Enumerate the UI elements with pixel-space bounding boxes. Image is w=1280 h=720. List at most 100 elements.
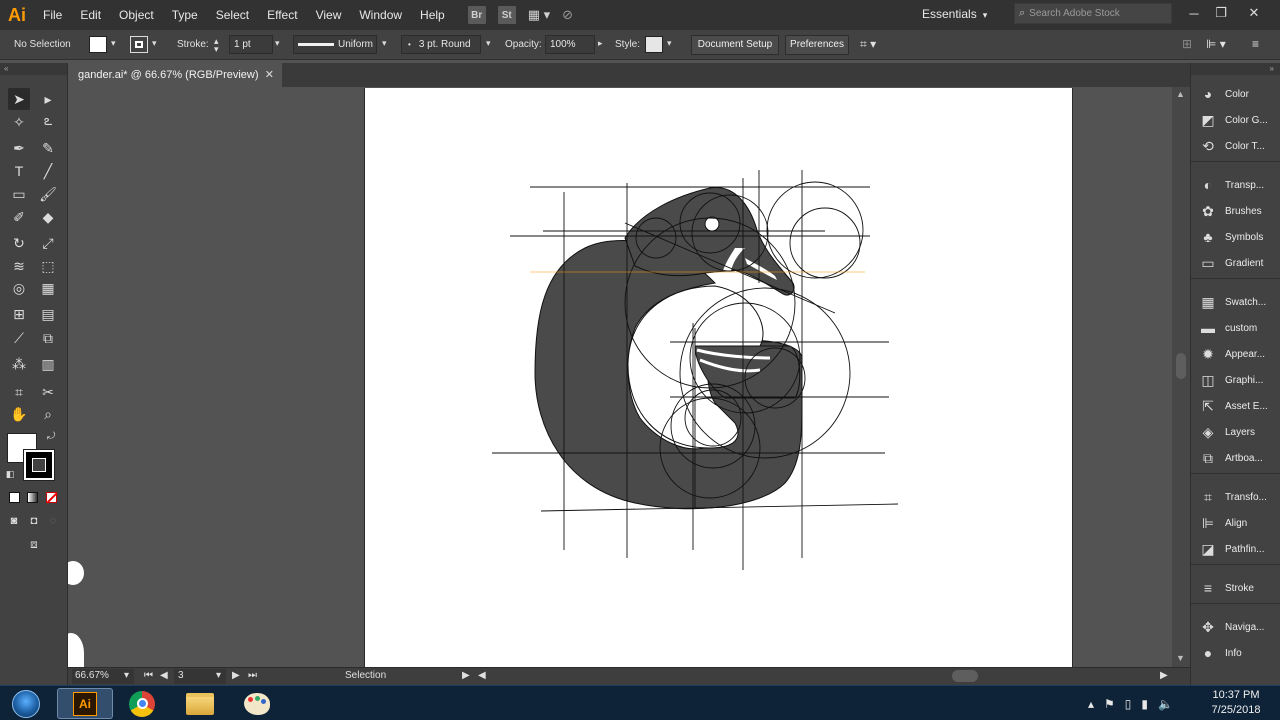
chevron-down-icon[interactable]: ▾ xyxy=(152,38,157,49)
panel-stroke[interactable]: ≡ Stroke xyxy=(1191,575,1280,601)
zoom-level-input[interactable]: 66.67% ▾ xyxy=(72,669,134,684)
distribute-icon[interactable]: ⊫ ▾ xyxy=(1206,37,1226,51)
restore-button[interactable]: ❐ xyxy=(1207,0,1235,26)
brush-definition[interactable]: • 3 pt. Round xyxy=(401,35,481,54)
panel-color-guide[interactable]: ◩ Color G... xyxy=(1191,107,1280,133)
show-hidden-icons-icon[interactable]: ▴ xyxy=(1088,697,1094,711)
chevron-down-icon[interactable]: ▾ xyxy=(667,38,672,49)
panel-artboards[interactable]: ⧉ Artboa... xyxy=(1191,445,1280,471)
canvas-area[interactable] xyxy=(68,87,1172,667)
action-center-icon[interactable]: ⚑ xyxy=(1104,697,1115,711)
bridge-icon[interactable]: Br xyxy=(467,6,486,24)
gander-logo-artwork[interactable] xyxy=(365,88,1074,667)
chevron-down-icon[interactable]: ▾ xyxy=(486,38,491,49)
symbol-sprayer-tool-icon[interactable]: ⁂ xyxy=(8,353,30,375)
line-tool-icon[interactable]: ╱ xyxy=(37,160,59,182)
status-menu-icon[interactable]: ▶ xyxy=(462,670,470,681)
mesh-tool-icon[interactable]: ⊞ xyxy=(8,303,30,325)
vertical-scrollbar[interactable]: ▲ ▼ xyxy=(1172,87,1190,667)
taskbar-clock[interactable]: 10:37 PM 7/25/2018 xyxy=(1204,688,1268,718)
document-setup-button[interactable]: Document Setup xyxy=(691,35,779,55)
preferences-button[interactable]: Preferences xyxy=(785,35,849,55)
menu-help[interactable]: Help xyxy=(411,0,454,30)
scroll-left-icon[interactable]: ◀ xyxy=(478,670,486,681)
menu-object[interactable]: Object xyxy=(110,0,163,30)
close-window-button[interactable]: ✕ xyxy=(1240,0,1268,26)
scroll-right-icon[interactable]: ▶ xyxy=(1160,670,1168,681)
slice-tool-icon[interactable]: ✂ xyxy=(37,381,59,403)
arrange-documents-icon[interactable]: ▦ ▾ xyxy=(528,7,550,23)
panel-appearance[interactable]: ✹ Appear... xyxy=(1191,341,1280,367)
width-tool-icon[interactable]: ≋ xyxy=(8,255,30,277)
volume-icon[interactable]: 🔈 xyxy=(1158,697,1173,711)
previous-artboard-icon[interactable]: ◀ xyxy=(160,670,168,681)
panel-graphic-styles[interactable]: ◫ Graphi... xyxy=(1191,367,1280,393)
scroll-thumb[interactable] xyxy=(1176,353,1186,379)
panel-align[interactable]: ⊫ Align xyxy=(1191,510,1280,536)
panel-collapse-icon[interactable]: « xyxy=(0,63,67,75)
transform-options-icon[interactable]: ⌗ ▾ xyxy=(860,37,876,52)
align-options-icon[interactable]: ⊞ xyxy=(1182,37,1192,51)
panel-custom[interactable]: ▬ custom xyxy=(1191,315,1280,341)
scale-tool-icon[interactable]: ⤢ xyxy=(37,232,59,254)
last-artboard-icon[interactable]: ⏭ xyxy=(248,670,257,681)
panel-brushes[interactable]: ✿ Brushes xyxy=(1191,198,1280,224)
scroll-up-icon[interactable]: ▲ xyxy=(1176,89,1185,99)
artboard-number-input[interactable]: 3 ▾ xyxy=(174,669,226,684)
panel-transform[interactable]: ⌗ Transfo... xyxy=(1191,484,1280,510)
horizontal-scroll-thumb[interactable] xyxy=(952,670,978,682)
none-mode-icon[interactable] xyxy=(46,492,58,504)
close-tab-icon[interactable]: ✕ xyxy=(265,63,274,87)
dock-expand-icon[interactable]: » xyxy=(1191,63,1280,75)
rectangle-tool-icon[interactable]: ▭ xyxy=(8,183,30,205)
paintbrush-tool-icon[interactable]: 🖌 xyxy=(37,183,59,205)
taskbar-chrome[interactable] xyxy=(114,688,170,719)
network-icon[interactable]: ▮ xyxy=(1141,697,1148,711)
stroke-color-swatch[interactable] xyxy=(23,449,55,481)
gpu-performance-icon[interactable]: ⊘ xyxy=(562,7,573,23)
eyedropper-tool-icon[interactable]: ⟋ xyxy=(8,327,30,349)
menu-file[interactable]: File xyxy=(34,0,71,30)
panel-swatches[interactable]: ▦ Swatch... xyxy=(1191,289,1280,315)
stroke-swatch[interactable] xyxy=(130,36,148,53)
taskbar-illustrator[interactable]: Ai xyxy=(57,688,113,719)
draw-behind-icon[interactable]: ◘ xyxy=(25,513,43,529)
panel-transparency[interactable]: ◐ Transp... xyxy=(1191,172,1280,198)
type-tool-icon[interactable]: T xyxy=(8,160,30,182)
menu-select[interactable]: Select xyxy=(207,0,258,30)
artboard-tool-icon[interactable]: ⌗ xyxy=(8,381,30,403)
menu-effect[interactable]: Effect xyxy=(258,0,306,30)
free-transform-tool-icon[interactable]: ⬚ xyxy=(37,255,59,277)
panel-menu-icon[interactable]: ≡ xyxy=(1252,37,1259,51)
taskbar-file-explorer[interactable] xyxy=(172,688,228,719)
column-graph-tool-icon[interactable]: ▥ xyxy=(37,353,59,375)
minimize-button[interactable]: ─ xyxy=(1180,0,1208,26)
eraser-tool-icon[interactable]: ◆ xyxy=(37,206,59,228)
workspace-switcher[interactable]: Essentials ▾ xyxy=(922,0,987,30)
panel-color-themes[interactable]: ⟲ Color T... xyxy=(1191,133,1280,159)
chevron-down-icon[interactable]: ▾ xyxy=(275,38,280,49)
perspective-grid-tool-icon[interactable]: ▦ xyxy=(37,277,59,299)
panel-pathfinder[interactable]: ◪ Pathfin... xyxy=(1191,536,1280,562)
menu-edit[interactable]: Edit xyxy=(71,0,110,30)
color-mode-icon[interactable] xyxy=(9,492,20,503)
gradient-tool-icon[interactable]: ▤ xyxy=(37,303,59,325)
scroll-down-icon[interactable]: ▼ xyxy=(1176,653,1185,663)
taskbar-paint[interactable] xyxy=(229,688,285,719)
chevron-right-icon[interactable]: ▸ xyxy=(598,38,603,49)
power-icon[interactable]: ▯ xyxy=(1125,697,1132,711)
zoom-tool-icon[interactable]: ⌕ xyxy=(37,403,59,425)
change-screen-mode-icon[interactable]: ⧈ xyxy=(23,535,45,553)
gradient-mode-icon[interactable] xyxy=(27,492,38,503)
direct-selection-tool-icon[interactable]: ▸ xyxy=(37,88,59,110)
chevron-down-icon[interactable]: ▾ xyxy=(382,38,387,49)
stroke-weight-input[interactable]: 1 pt xyxy=(229,35,273,54)
pen-tool-icon[interactable]: ✒ xyxy=(8,137,30,159)
blend-tool-icon[interactable]: ⧉ xyxy=(37,327,59,349)
graphic-style-swatch[interactable] xyxy=(645,36,663,53)
menu-view[interactable]: View xyxy=(307,0,351,30)
variable-width-profile[interactable]: Uniform xyxy=(293,35,377,54)
default-fill-stroke-icon[interactable]: ◧ xyxy=(3,467,17,481)
lasso-tool-icon[interactable]: ఽ xyxy=(37,111,59,133)
panel-symbols[interactable]: ♣ Symbols xyxy=(1191,224,1280,250)
